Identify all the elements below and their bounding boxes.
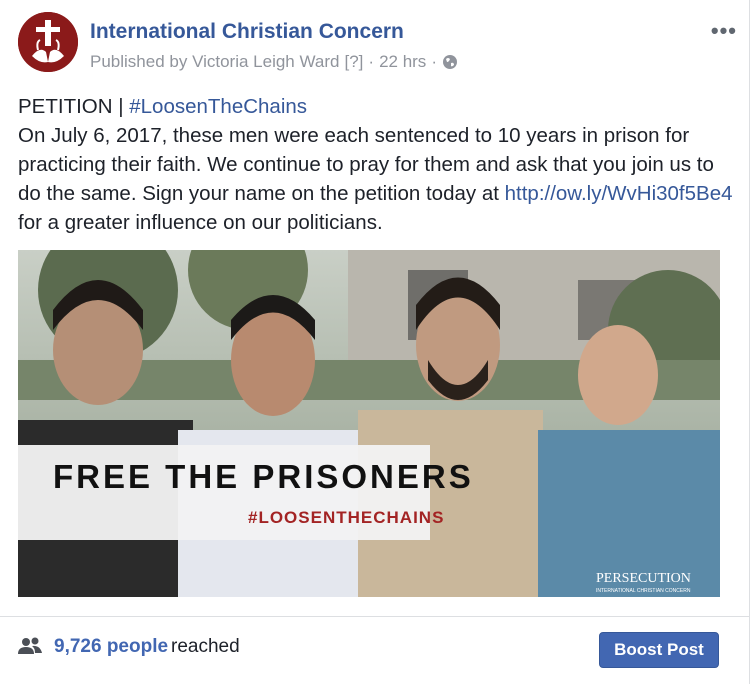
meta-separator: ·	[368, 52, 375, 71]
meta-separator: ·	[431, 52, 437, 71]
page-name-link[interactable]: International Christian Concern	[90, 20, 404, 44]
post-meta: Published by Victoria Leigh Ward [?] · 2…	[90, 52, 458, 72]
post-time[interactable]: 22 hrs	[379, 52, 426, 72]
post-prefix: PETITION |	[18, 95, 130, 118]
post-header: International Christian Concern Publishe…	[18, 12, 736, 76]
image-headline: FREE THE PRISONERS	[53, 458, 474, 495]
more-dots-icon[interactable]: •••	[711, 18, 737, 44]
page-avatar[interactable]	[18, 12, 78, 72]
persecution-logo: PERSECUTION	[596, 571, 691, 586]
post-tail: for a greater influence on our politicia…	[18, 211, 383, 234]
cross-logo-icon	[18, 12, 78, 72]
footer-divider	[0, 616, 749, 617]
reach-label: reached	[171, 636, 240, 657]
reach-count[interactable]: 9,726 people	[54, 636, 168, 658]
prisoners-photo: FREE THE PRISONERS #LOOSENTHECHAINS PERS…	[18, 250, 720, 597]
people-icon	[18, 637, 42, 654]
image-hashtag: #LOOSENTHECHAINS	[248, 508, 444, 527]
petition-link[interactable]: http://ow.ly/WvHi30f5Be4	[505, 182, 733, 205]
published-by[interactable]: Published by Victoria Leigh Ward	[90, 52, 339, 72]
post-image[interactable]: FREE THE PRISONERS #LOOSENTHECHAINS PERS…	[18, 250, 720, 597]
post-footer: 9,726 people reached Boost Post	[18, 632, 719, 668]
persecution-logo-sub: INTERNATIONAL CHRISTIAN CONCERN	[596, 588, 691, 594]
help-marker[interactable]: [?]	[344, 52, 363, 72]
boost-post-button[interactable]: Boost Post	[599, 632, 719, 668]
hashtag-link[interactable]: #LoosenTheChains	[129, 95, 307, 118]
globe-icon[interactable]	[442, 54, 458, 70]
post-card: International Christian Concern Publishe…	[0, 0, 750, 684]
post-message: PETITION | #LoosenTheChains On July 6, 2…	[18, 92, 735, 237]
